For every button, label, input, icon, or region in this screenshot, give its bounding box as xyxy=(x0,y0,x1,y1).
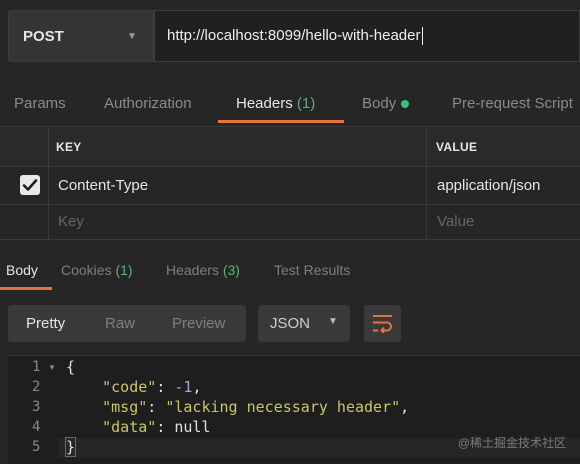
format-select[interactable]: JSON ▼ xyxy=(258,305,350,342)
column-header-value: VALUE xyxy=(436,140,478,154)
method-select[interactable]: POST ▼ xyxy=(8,10,154,62)
chevron-down-icon: ▼ xyxy=(328,316,338,327)
active-tab-indicator xyxy=(218,120,344,123)
column-divider xyxy=(426,126,427,240)
tab-pre-request-script[interactable]: Pre-request Script xyxy=(452,95,573,112)
url-input[interactable]: http://localhost:8099/hello-with-header xyxy=(154,10,580,62)
tab-headers[interactable]: Headers (1) xyxy=(236,95,315,112)
body-status-dot xyxy=(401,100,410,109)
header-value-cell[interactable]: application/json xyxy=(437,177,540,194)
response-tab-test-results[interactable]: Test Results xyxy=(274,262,350,278)
chevron-down-icon: ▼ xyxy=(127,31,137,42)
table-row-new: Key Value xyxy=(0,204,580,240)
format-label: JSON xyxy=(270,315,311,332)
tab-params[interactable]: Params xyxy=(14,95,66,112)
wrap-lines-icon xyxy=(373,315,392,333)
column-header-key: KEY xyxy=(56,140,82,154)
view-pretty-button[interactable]: Pretty xyxy=(26,315,65,332)
checkmark-icon xyxy=(22,179,38,191)
new-key-input[interactable]: Key xyxy=(58,213,84,230)
watermark: @稀土掘金技术社区 xyxy=(457,436,566,450)
headers-table-head: KEY VALUE xyxy=(0,126,580,166)
header-enabled-checkbox[interactable] xyxy=(20,175,40,195)
response-tab-body[interactable]: Body xyxy=(6,262,38,278)
headers-count: (1) xyxy=(296,95,316,112)
line-number-gutter: 1 ▼ 2 3 4 5 xyxy=(32,359,56,455)
response-tab-cookies[interactable]: Cookies (1) xyxy=(61,262,133,278)
column-divider xyxy=(48,126,49,240)
method-label: POST xyxy=(23,28,64,45)
tab-body[interactable]: Body xyxy=(362,95,410,112)
fold-arrow-icon[interactable]: ▼ xyxy=(48,363,56,372)
text-cursor xyxy=(421,27,423,46)
active-response-tab-indicator xyxy=(0,287,52,290)
code-line: "code": -1, xyxy=(102,378,202,396)
url-text: http://localhost:8099/hello-with-header xyxy=(167,27,421,44)
response-tab-headers[interactable]: Headers (3) xyxy=(166,262,240,278)
table-row: Content-Type application/json xyxy=(0,166,580,204)
view-mode-toggle: Pretty Raw Preview xyxy=(8,305,246,342)
view-preview-button[interactable]: Preview xyxy=(172,315,225,332)
header-key-cell[interactable]: Content-Type xyxy=(58,177,148,194)
view-raw-button[interactable]: Raw xyxy=(105,315,135,332)
code-line: { xyxy=(66,358,76,376)
tab-authorization[interactable]: Authorization xyxy=(104,95,192,112)
code-line: "msg": "lacking necessary header", xyxy=(102,398,410,416)
code-line: "data": null xyxy=(102,418,211,436)
wrap-lines-button[interactable] xyxy=(364,305,401,342)
code-line: } xyxy=(64,437,77,457)
new-value-input[interactable]: Value xyxy=(437,213,474,230)
